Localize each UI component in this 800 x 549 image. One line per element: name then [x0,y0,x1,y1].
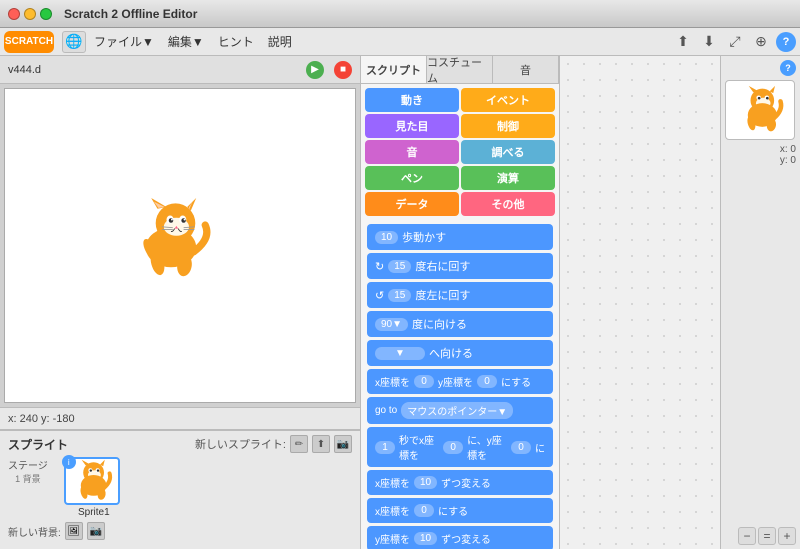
stage-sublabel: 1 背景 [15,472,41,485]
upload-bg-button[interactable]: 📷 [87,522,105,540]
blocks-list: 10 歩動かす ↻ 15 度右に回す ↺ 15 度左に回す 90▼ 度に向ける … [361,220,559,549]
menu-file[interactable]: ファイル▼ [88,31,160,52]
upload-button[interactable]: ⬆ [672,31,694,53]
panel-help-button[interactable]: ? [780,60,796,76]
sprite-name: Sprite1 [64,507,124,518]
menu-edit[interactable]: 編集▼ [162,31,210,52]
tab-sounds[interactable]: 音 [493,56,559,83]
block-change-y[interactable]: y座標を 10 ずつ変える [367,526,553,549]
sprite-thumbnail: i [64,457,120,505]
menu-hints[interactable]: ヒント [212,31,260,52]
block-palette: スクリプト コスチューム 音 動き イベント 見た目 制御 音 調べる ペン 演… [360,56,560,549]
paint-bg-button[interactable]: 🖼 [65,522,83,540]
sprite-panel: スプライト 新しいスプライト: ✏ ⬆ 📷 ステージ 1 背景 i [0,429,360,549]
sprite-list: i [64,457,124,518]
new-sprite-label: 新しいスプライト: [195,436,286,452]
script-area[interactable] [560,56,720,549]
main-layout: v444.d ▶ ■ [0,56,800,549]
stop-button[interactable]: ■ [334,61,352,79]
close-button[interactable] [8,8,20,20]
tab-scripts[interactable]: スクリプト [361,56,427,83]
right-panel: ? x: 0 y: 0 − = + [720,56,800,549]
scratch-logo[interactable]: SCRATCH [4,31,54,53]
cat-data[interactable]: データ [365,192,459,216]
toolbar-right: ⬆ ⬇ ⤢ ⊕ ? [672,31,796,53]
cat-events[interactable]: イベント [461,88,555,112]
cat-pen[interactable]: ペン [365,166,459,190]
sprite-panel-header: スプライト 新しいスプライト: ✏ ⬆ 📷 [8,435,352,453]
fullscreen-button[interactable]: ⤢ [724,31,746,53]
zoom-out-button[interactable]: − [738,527,756,545]
block-glide[interactable]: 1 秒でx座標を 0 に、y座標を 0 に [367,427,553,467]
zoom-button[interactable]: ⊕ [750,31,772,53]
block-goto[interactable]: go to マウスのポインター▼ [367,397,553,424]
window-title: Scratch 2 Offline Editor [64,7,197,21]
palette-tabs: スクリプト コスチューム 音 [361,56,559,84]
maximize-button[interactable] [40,8,52,20]
download-button[interactable]: ⬇ [698,31,720,53]
stage-section: v444.d ▶ ■ [0,56,360,549]
help-button[interactable]: ? [776,32,796,52]
sprite-badge: i [62,455,76,469]
cat-more[interactable]: その他 [461,192,555,216]
coord-x: x: 0 [725,144,796,155]
stage-canvas[interactable] [4,88,356,403]
block-goto-xy[interactable]: x座標を 0 y座標を 0 にする [367,369,553,394]
block-change-x[interactable]: x座標を 10 ずつ変える [367,470,553,495]
menu-about[interactable]: 説明 [262,31,298,52]
block-set-x[interactable]: x座標を 0 にする [367,498,553,523]
title-bar: Scratch 2 Offline Editor [0,0,800,28]
zoom-reset-button[interactable]: = [758,527,776,545]
camera-sprite-button[interactable]: 📷 [334,435,352,453]
upload-sprite-button[interactable]: ⬆ [312,435,330,453]
block-point-toward[interactable]: ▼ へ向ける [367,340,553,366]
zoom-in-button[interactable]: + [778,527,796,545]
block-move[interactable]: 10 歩動かす [367,224,553,250]
cat-sprite [126,198,216,278]
new-sprite-controls: 新しいスプライト: ✏ ⬆ 📷 [195,435,352,453]
minimize-button[interactable] [24,8,36,20]
stage-version: v444.d [8,64,41,76]
block-point-dir[interactable]: 90▼ 度に向ける [367,311,553,337]
block-turn-left[interactable]: ↺ 15 度左に回す [367,282,553,308]
cat-motion[interactable]: 動き [365,88,459,112]
green-flag-button[interactable]: ▶ [306,61,324,79]
cat-operators[interactable]: 演算 [461,166,555,190]
globe-icon-button[interactable]: 🌐 [62,31,86,53]
stage-label: ステージ [8,457,48,472]
zoom-controls: − = + [725,527,796,545]
window-controls [8,8,52,20]
script-dots [560,56,720,549]
sprite-preview [725,80,795,140]
cat-sensing[interactable]: 調べる [461,140,555,164]
cat-looks[interactable]: 見た目 [365,114,459,138]
tab-costumes[interactable]: コスチューム [427,56,493,83]
cat-sound[interactable]: 音 [365,140,459,164]
sprite-panel-title: スプライト [8,436,68,453]
menu-bar: SCRATCH 🌐 ファイル▼ 編集▼ ヒント 説明 ⬆ ⬇ ⤢ ⊕ ? [0,28,800,56]
category-grid: 動き イベント 見た目 制御 音 調べる ペン 演算 データ その他 [361,84,559,220]
sprite-item[interactable]: i [64,457,124,518]
paint-sprite-button[interactable]: ✏ [290,435,308,453]
block-turn-right[interactable]: ↻ 15 度右に回す [367,253,553,279]
new-bg-label: 新しい背景: [8,524,61,539]
stage-xy: x: 240 y: -180 [8,413,75,425]
stage-coords: x: 240 y: -180 [0,407,360,429]
coord-y: y: 0 [725,155,796,166]
cat-control[interactable]: 制御 [461,114,555,138]
stage-header: v444.d ▶ ■ [0,56,360,84]
